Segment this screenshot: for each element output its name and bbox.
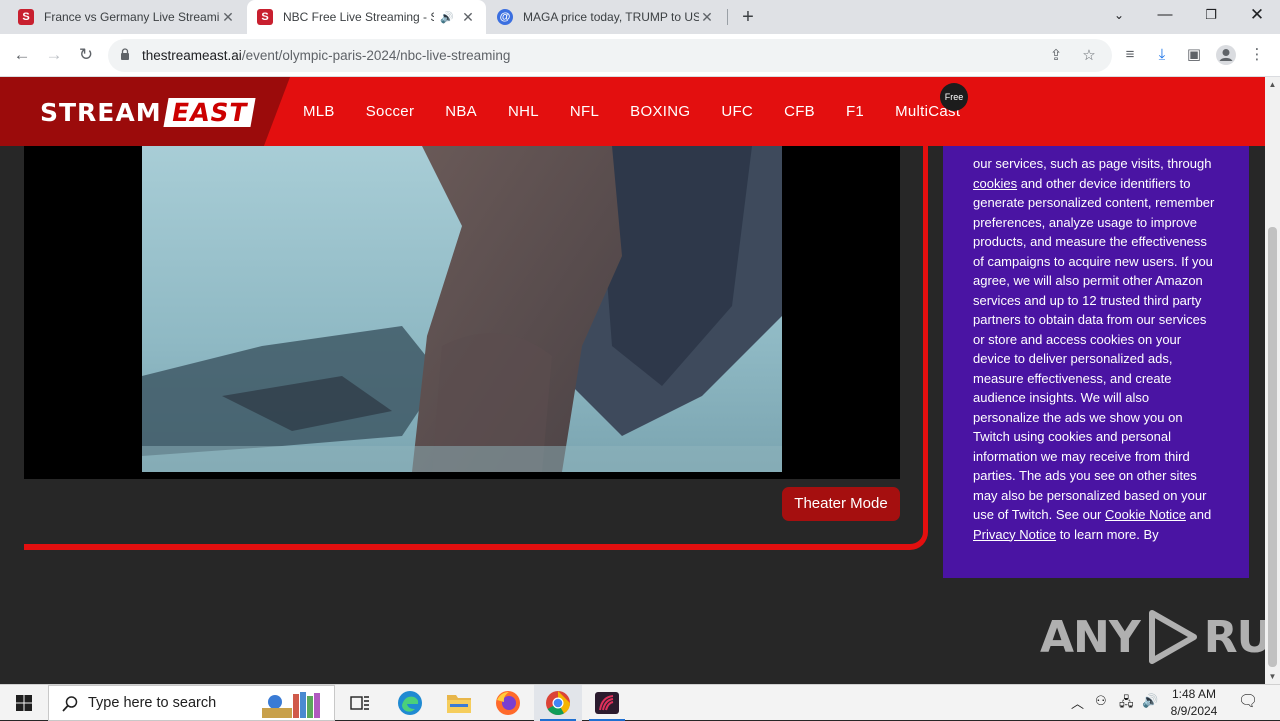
nav-nba[interactable]: NBA bbox=[445, 103, 477, 120]
task-view-icon[interactable] bbox=[336, 685, 384, 721]
back-icon[interactable]: ← bbox=[10, 44, 34, 68]
privacy-notice-link[interactable]: Privacy Notice bbox=[973, 527, 1056, 542]
tab-title: France vs Germany Live Streamin bbox=[44, 10, 220, 24]
play-logo-icon bbox=[1148, 610, 1197, 664]
tab-nbc-live[interactable]: S NBC Free Live Streaming - S 🔊 ✕ bbox=[247, 0, 486, 34]
scroll-down-icon[interactable]: ▼ bbox=[1268, 672, 1277, 681]
search-icon bbox=[62, 696, 78, 712]
file-explorer-icon[interactable] bbox=[435, 685, 483, 721]
system-clock[interactable]: 1:48 AM 8/9/2024 bbox=[1158, 686, 1230, 720]
nav-soccer[interactable]: Soccer bbox=[366, 103, 415, 120]
windows-taskbar: Type here to search ︿ ⚇ 🖧 🔊 1:48 AM 8/9/… bbox=[0, 684, 1280, 721]
consent-text: to learn more. By bbox=[1056, 526, 1159, 542]
firefox-icon[interactable] bbox=[484, 685, 532, 721]
restore-icon[interactable]: ❐ bbox=[1188, 0, 1234, 34]
nav-nhl[interactable]: NHL bbox=[508, 103, 539, 120]
consent-text: and other device identifiers to generate… bbox=[973, 175, 1215, 523]
watermark-any: ANY bbox=[1040, 611, 1141, 663]
cookies-link[interactable]: cookies bbox=[973, 176, 1017, 191]
tab-france-germany[interactable]: S France vs Germany Live Streamin ✕ bbox=[8, 0, 246, 34]
video-player[interactable] bbox=[24, 146, 900, 479]
tab-maga-price[interactable]: @ MAGA price today, TRUMP to US ✕ bbox=[487, 0, 725, 34]
streameast-logo[interactable]: STREAM EAST bbox=[40, 97, 256, 127]
cookie-consent-panel: our services, such as page visits, throu… bbox=[943, 146, 1249, 578]
tab-separator bbox=[727, 9, 728, 25]
coingecko-favicon-icon: @ bbox=[497, 9, 513, 25]
notifications-icon[interactable]: 🗨 bbox=[1238, 691, 1258, 711]
clock-date: 8/9/2024 bbox=[1170, 704, 1218, 718]
scroll-up-icon[interactable]: ▲ bbox=[1268, 80, 1277, 89]
download-icon[interactable]: ⤓ bbox=[1151, 44, 1173, 66]
logo-text-stream: STREAM bbox=[40, 97, 162, 127]
network-status-icon[interactable]: ⚇ bbox=[1095, 693, 1107, 709]
theater-mode-button[interactable]: Theater Mode bbox=[782, 487, 900, 521]
speaker-icon[interactable]: 🔊 bbox=[440, 11, 454, 24]
video-frame[interactable] bbox=[142, 146, 782, 472]
nav-cfb[interactable]: CFB bbox=[784, 103, 815, 120]
web-page: STREAM EAST MLB Soccer NBA NHL NFL BOXIN… bbox=[0, 77, 1265, 684]
url-text: thestreameast.ai/event/olympic-paris-202… bbox=[142, 48, 510, 63]
chrome-icon[interactable] bbox=[534, 685, 582, 721]
nav-mlb[interactable]: MLB bbox=[303, 103, 335, 120]
reload-icon[interactable]: ↻ bbox=[74, 44, 98, 68]
show-hidden-icons-icon[interactable]: ︿ bbox=[1071, 693, 1084, 712]
streameast-favicon-icon: S bbox=[18, 9, 34, 25]
nav-f1[interactable]: F1 bbox=[846, 103, 864, 120]
bookmark-star-icon[interactable]: ☆ bbox=[1079, 46, 1099, 66]
forward-icon[interactable]: → bbox=[42, 44, 66, 68]
consent-text: our services, such as page visits, throu… bbox=[973, 156, 1212, 171]
lock-icon[interactable] bbox=[120, 48, 130, 60]
free-badge: Free bbox=[940, 83, 968, 111]
minimize-icon[interactable]: — bbox=[1142, 0, 1188, 34]
taskbar-search-box[interactable]: Type here to search bbox=[48, 685, 335, 721]
anyrun-watermark: ANY RUN bbox=[1040, 607, 1265, 667]
logo-text-east: EAST bbox=[163, 97, 256, 127]
side-panel-icon[interactable]: ▣ bbox=[1183, 44, 1205, 66]
tab-title: NBC Free Live Streaming - S bbox=[283, 10, 435, 24]
scrollbar-thumb[interactable] bbox=[1268, 227, 1277, 667]
nav-boxing[interactable]: BOXING bbox=[630, 103, 690, 120]
main-nav: MLB Soccer NBA NHL NFL BOXING UFC CFB F1… bbox=[303, 103, 991, 120]
url-host: thestreameast.ai bbox=[142, 48, 242, 63]
anyrun-app-icon[interactable] bbox=[583, 685, 631, 721]
nav-ufc[interactable]: UFC bbox=[721, 103, 753, 120]
close-tab-icon[interactable]: ✕ bbox=[699, 9, 715, 26]
clock-time: 1:48 AM bbox=[1171, 687, 1217, 701]
share-icon[interactable]: ⇪ bbox=[1046, 46, 1066, 66]
watermark-run: RUN bbox=[1203, 611, 1265, 663]
tab-strip: S France vs Germany Live Streamin ✕ S NB… bbox=[0, 0, 1280, 34]
cookie-notice-link[interactable]: Cookie Notice bbox=[1105, 507, 1186, 522]
url-path: /event/olympic-paris-2024/nbc-live-strea… bbox=[241, 48, 511, 63]
tab-title: MAGA price today, TRUMP to US bbox=[523, 10, 699, 24]
page-scrollbar[interactable]: ▲ ▼ bbox=[1265, 77, 1280, 684]
tab-search-chevron-icon[interactable]: ⌄ bbox=[1096, 0, 1142, 34]
close-window-icon[interactable]: ✕ bbox=[1234, 0, 1280, 34]
close-tab-icon[interactable]: ✕ bbox=[460, 9, 476, 26]
edge-icon[interactable] bbox=[386, 685, 434, 721]
nav-nfl[interactable]: NFL bbox=[570, 103, 599, 120]
consent-text: and bbox=[1185, 507, 1212, 522]
address-bar[interactable]: thestreameast.ai/event/olympic-paris-202… bbox=[108, 39, 1112, 72]
new-tab-icon[interactable]: + bbox=[738, 4, 758, 30]
ethernet-icon[interactable]: 🖧 bbox=[1119, 693, 1134, 715]
media-control-icon[interactable]: ≡ bbox=[1119, 44, 1141, 66]
profile-avatar-icon[interactable] bbox=[1215, 44, 1237, 66]
windows-start-icon[interactable] bbox=[0, 685, 48, 721]
streameast-favicon-icon: S bbox=[257, 9, 273, 25]
site-header: STREAM EAST MLB Soccer NBA NHL NFL BOXIN… bbox=[0, 77, 1265, 146]
search-highlight-books-icon bbox=[262, 692, 320, 718]
close-tab-icon[interactable]: ✕ bbox=[220, 9, 236, 26]
search-placeholder: Type here to search bbox=[88, 695, 217, 711]
volume-icon[interactable]: 🔊 bbox=[1142, 693, 1158, 709]
browser-toolbar: ← → ↻ thestreameast.ai/event/olympic-par… bbox=[0, 34, 1280, 77]
chrome-menu-icon[interactable]: ⋮ bbox=[1246, 44, 1268, 66]
